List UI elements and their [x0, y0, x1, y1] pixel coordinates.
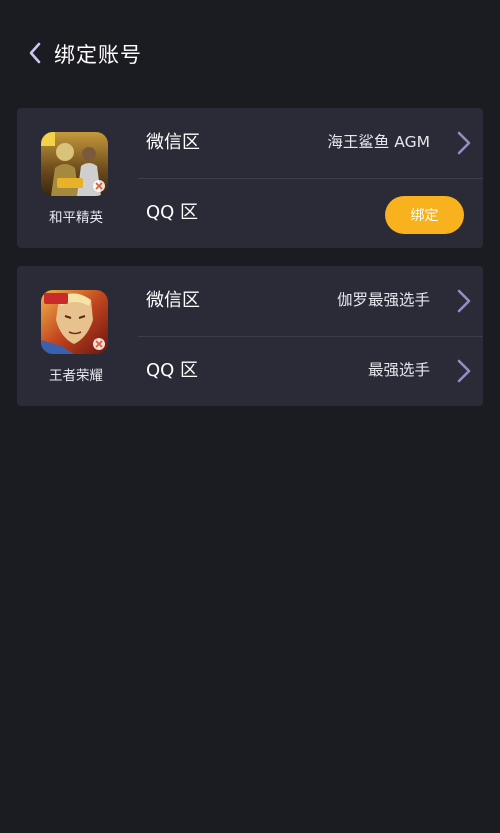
- bound-account-name: 最强选手: [367, 361, 430, 379]
- game-info: 和平精英: [17, 108, 135, 248]
- row-qq-zone: QQ 区 绑定: [138, 178, 483, 248]
- game-card-peacekeeper: 和平精英 微信区 海王鲨鱼 AGM QQ 区 绑定: [17, 108, 483, 248]
- game-name: 王者荣耀: [49, 368, 103, 384]
- zone-label: QQ 区: [146, 202, 199, 223]
- row-wechat-zone[interactable]: 微信区 伽罗最强选手: [138, 266, 483, 336]
- back-button[interactable]: [22, 38, 48, 68]
- chevron-left-icon: [29, 42, 41, 64]
- game-card-honor-of-kings: 王者荣耀 微信区 伽罗最强选手 QQ 区 最强选手: [17, 266, 483, 406]
- header: 绑定账号: [0, 0, 500, 100]
- chevron-right-icon[interactable]: [455, 288, 473, 314]
- bind-button[interactable]: 绑定: [385, 196, 464, 234]
- game-info: 王者荣耀: [17, 266, 135, 406]
- page-title: 绑定账号: [54, 43, 142, 67]
- bound-account-name: 海王鲨鱼 AGM: [327, 133, 430, 151]
- honor-of-kings-game-icon: [41, 290, 108, 354]
- chevron-right-icon[interactable]: [455, 358, 473, 384]
- zone-label: QQ 区: [146, 360, 199, 381]
- zone-label: 微信区: [146, 290, 200, 311]
- game-name: 和平精英: [49, 210, 103, 226]
- peacekeeper-elite-game-icon: [41, 132, 108, 196]
- bound-account-name: 伽罗最强选手: [336, 291, 430, 309]
- row-qq-zone[interactable]: QQ 区 最强选手: [138, 336, 483, 406]
- row-wechat-zone[interactable]: 微信区 海王鲨鱼 AGM: [138, 108, 483, 178]
- zone-label: 微信区: [146, 132, 200, 153]
- chevron-right-icon[interactable]: [455, 130, 473, 156]
